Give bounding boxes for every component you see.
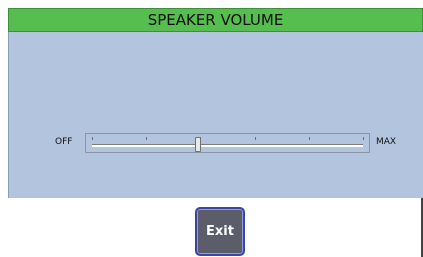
slider-tick	[146, 137, 148, 140]
volume-min-label: OFF	[55, 137, 73, 147]
slider-tick	[92, 137, 93, 140]
slider-track	[92, 144, 363, 147]
volume-panel: OFF MAX	[8, 32, 423, 198]
slider-tick	[254, 137, 256, 140]
volume-slider[interactable]	[85, 133, 370, 153]
slider-thumb[interactable]	[194, 137, 201, 152]
slider-tick	[363, 137, 364, 140]
volume-max-label: MAX	[376, 137, 397, 147]
slider-tick	[308, 137, 310, 140]
exit-button[interactable]: Exit	[195, 207, 245, 256]
screen: SPEAKER VOLUME OFF MAX Exit	[0, 0, 423, 257]
page-title: SPEAKER VOLUME	[8, 8, 423, 32]
